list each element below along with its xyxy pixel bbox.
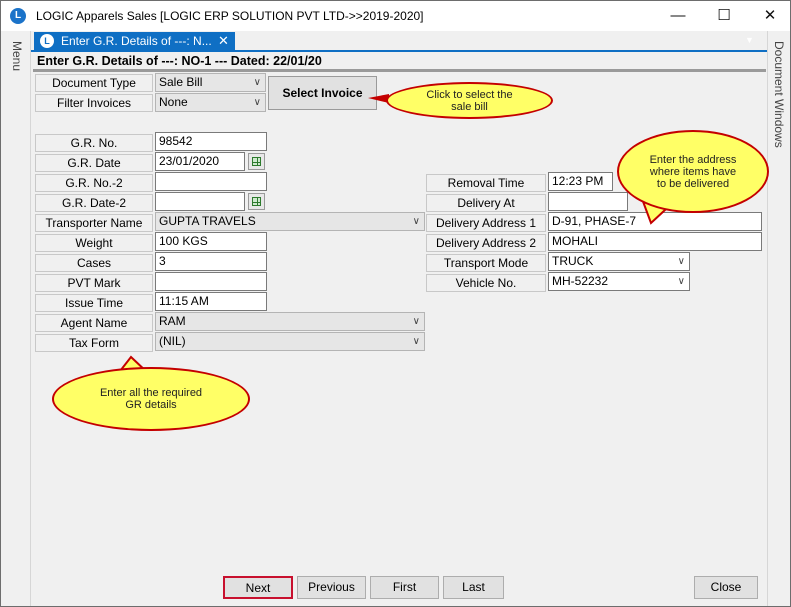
gr-details-callout: Enter all the required GR details (52, 367, 250, 431)
app-window: L LOGIC Apparels Sales [LOGIC ERP SOLUTI… (0, 0, 791, 607)
last-button[interactable]: Last (443, 576, 504, 599)
next-button[interactable]: Next (223, 576, 293, 599)
callout-text: sale bill (451, 100, 488, 113)
select-invoice-callout: Click to select the sale bill (386, 82, 553, 119)
callout-text: where items have (649, 165, 737, 178)
close-button[interactable]: Close (694, 576, 758, 599)
callout-text: Enter all the required (99, 387, 203, 399)
first-button[interactable]: First (370, 576, 439, 599)
address-callout: Enter the address where items have to be… (617, 130, 769, 213)
callout-text: GR details (125, 399, 177, 411)
callout-text: to be delivered (656, 177, 730, 190)
callout-text: Enter the address (649, 153, 737, 166)
previous-button[interactable]: Previous (297, 576, 366, 599)
callout-text: Click to select the (426, 88, 513, 101)
